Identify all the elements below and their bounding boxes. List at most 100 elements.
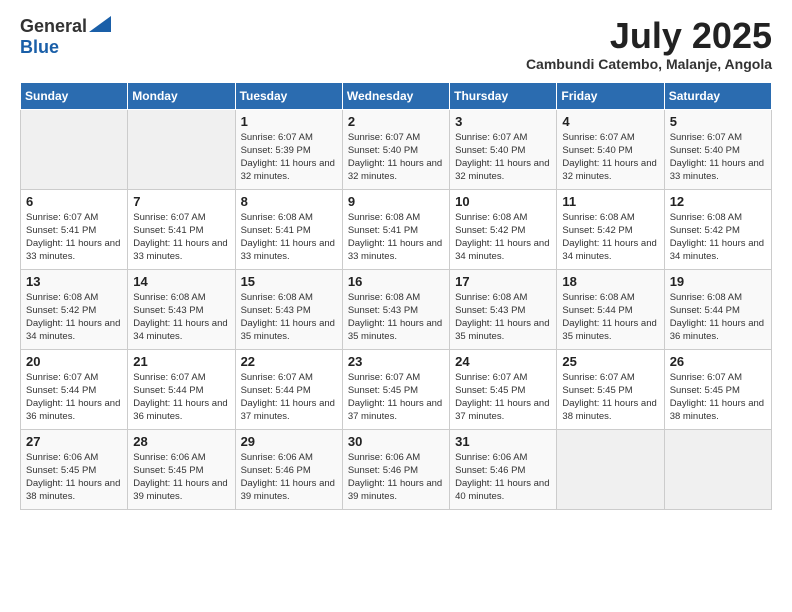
calendar-cell: 19Sunrise: 6:08 AM Sunset: 5:44 PM Dayli… [664,269,771,349]
day-number: 22 [241,354,337,369]
calendar-cell: 25Sunrise: 6:07 AM Sunset: 5:45 PM Dayli… [557,349,664,429]
day-number: 14 [133,274,229,289]
day-number: 29 [241,434,337,449]
logo: General Blue [20,16,111,58]
day-info: Sunrise: 6:06 AM Sunset: 5:46 PM Dayligh… [348,451,444,504]
location-title: Cambundi Catembo, Malanje, Angola [526,56,772,72]
calendar-cell: 7 Sunrise: 6:07 AM Sunset: 5:41 PM Daylig… [128,189,235,269]
day-info: Sunrise: 6:08 AM Sunset: 5:42 PM Dayligh… [670,211,766,264]
day-number: 7 [133,194,229,209]
calendar-cell: 30 Sunrise: 6:06 AM Sunset: 5:46 PM Dayli… [342,429,449,509]
day-number: 31 [455,434,551,449]
day-info: Sunrise: 6:07 AM Sunset: 5:44 PM Dayligh… [241,371,337,424]
calendar-cell: 24 Sunrise: 6:07 AM Sunset: 5:45 PM Dayli… [450,349,557,429]
day-info: Sunrise: 6:07 AM Sunset: 5:44 PM Dayligh… [133,371,229,424]
calendar-header-row: SundayMondayTuesdayWednesdayThursdayFrid… [21,82,772,109]
calendar-cell: 23Sunrise: 6:07 AM Sunset: 5:45 PM Dayli… [342,349,449,429]
calendar-cell [21,109,128,189]
day-number: 21 [133,354,229,369]
logo-general-text: General [20,16,87,37]
day-number: 12 [670,194,766,209]
logo-icon [89,16,111,32]
day-number: 4 [562,114,658,129]
day-info: Sunrise: 6:08 AM Sunset: 5:42 PM Dayligh… [562,211,658,264]
day-info: Sunrise: 6:06 AM Sunset: 5:46 PM Dayligh… [241,451,337,504]
day-number: 20 [26,354,122,369]
calendar-cell: 1Sunrise: 6:07 AM Sunset: 5:39 PM Daylig… [235,109,342,189]
day-number: 13 [26,274,122,289]
day-info: Sunrise: 6:08 AM Sunset: 5:43 PM Dayligh… [241,291,337,344]
day-number: 11 [562,194,658,209]
calendar-week-row: 20 Sunrise: 6:07 AM Sunset: 5:44 PM Dayli… [21,349,772,429]
calendar-day-header: Wednesday [342,82,449,109]
calendar-cell: 2Sunrise: 6:07 AM Sunset: 5:40 PM Daylig… [342,109,449,189]
calendar-cell: 6Sunrise: 6:07 AM Sunset: 5:41 PM Daylig… [21,189,128,269]
day-info: Sunrise: 6:08 AM Sunset: 5:43 PM Dayligh… [133,291,229,344]
calendar-cell: 12 Sunrise: 6:08 AM Sunset: 5:42 PM Dayli… [664,189,771,269]
calendar-day-header: Sunday [21,82,128,109]
day-info: Sunrise: 6:07 AM Sunset: 5:40 PM Dayligh… [348,131,444,184]
day-info: Sunrise: 6:07 AM Sunset: 5:41 PM Dayligh… [133,211,229,264]
day-info: Sunrise: 6:08 AM Sunset: 5:42 PM Dayligh… [26,291,122,344]
calendar-cell: 10 Sunrise: 6:08 AM Sunset: 5:42 PM Dayli… [450,189,557,269]
calendar-cell: 27 Sunrise: 6:06 AM Sunset: 5:45 PM Dayli… [21,429,128,509]
calendar-cell [557,429,664,509]
calendar-cell: 14 Sunrise: 6:08 AM Sunset: 5:43 PM Dayli… [128,269,235,349]
day-info: Sunrise: 6:07 AM Sunset: 5:45 PM Dayligh… [670,371,766,424]
day-number: 17 [455,274,551,289]
calendar-cell: 18 Sunrise: 6:08 AM Sunset: 5:44 PM Dayli… [557,269,664,349]
day-info: Sunrise: 6:08 AM Sunset: 5:44 PM Dayligh… [562,291,658,344]
calendar-cell: 20 Sunrise: 6:07 AM Sunset: 5:44 PM Dayli… [21,349,128,429]
day-info: Sunrise: 6:07 AM Sunset: 5:44 PM Dayligh… [26,371,122,424]
calendar-cell: 22 Sunrise: 6:07 AM Sunset: 5:44 PM Dayli… [235,349,342,429]
day-info: Sunrise: 6:08 AM Sunset: 5:44 PM Dayligh… [670,291,766,344]
calendar-day-header: Tuesday [235,82,342,109]
day-info: Sunrise: 6:06 AM Sunset: 5:46 PM Dayligh… [455,451,551,504]
day-info: Sunrise: 6:08 AM Sunset: 5:43 PM Dayligh… [455,291,551,344]
calendar-cell: 16 Sunrise: 6:08 AM Sunset: 5:43 PM Dayli… [342,269,449,349]
day-number: 28 [133,434,229,449]
calendar-week-row: 6Sunrise: 6:07 AM Sunset: 5:41 PM Daylig… [21,189,772,269]
calendar-cell: 9Sunrise: 6:08 AM Sunset: 5:41 PM Daylig… [342,189,449,269]
calendar-cell: 13 Sunrise: 6:08 AM Sunset: 5:42 PM Dayli… [21,269,128,349]
calendar-cell: 3Sunrise: 6:07 AM Sunset: 5:40 PM Daylig… [450,109,557,189]
day-info: Sunrise: 6:08 AM Sunset: 5:41 PM Dayligh… [241,211,337,264]
day-number: 10 [455,194,551,209]
calendar-cell: 8Sunrise: 6:08 AM Sunset: 5:41 PM Daylig… [235,189,342,269]
month-title: July 2025 [526,16,772,56]
day-info: Sunrise: 6:08 AM Sunset: 5:43 PM Dayligh… [348,291,444,344]
page-header: General Blue July 2025 Cambundi Catembo,… [20,16,772,72]
day-info: Sunrise: 6:06 AM Sunset: 5:45 PM Dayligh… [133,451,229,504]
day-number: 26 [670,354,766,369]
calendar-cell: 26 Sunrise: 6:07 AM Sunset: 5:45 PM Dayli… [664,349,771,429]
day-number: 3 [455,114,551,129]
calendar-cell: 4Sunrise: 6:07 AM Sunset: 5:40 PM Daylig… [557,109,664,189]
day-number: 24 [455,354,551,369]
calendar-cell: 21 Sunrise: 6:07 AM Sunset: 5:44 PM Dayli… [128,349,235,429]
calendar-cell [128,109,235,189]
day-info: Sunrise: 6:07 AM Sunset: 5:45 PM Dayligh… [348,371,444,424]
day-info: Sunrise: 6:07 AM Sunset: 5:40 PM Dayligh… [670,131,766,184]
day-number: 5 [670,114,766,129]
calendar-week-row: 1Sunrise: 6:07 AM Sunset: 5:39 PM Daylig… [21,109,772,189]
day-number: 16 [348,274,444,289]
day-number: 27 [26,434,122,449]
calendar-table: SundayMondayTuesdayWednesdayThursdayFrid… [20,82,772,510]
calendar-cell: 28 Sunrise: 6:06 AM Sunset: 5:45 PM Dayli… [128,429,235,509]
day-info: Sunrise: 6:06 AM Sunset: 5:45 PM Dayligh… [26,451,122,504]
day-number: 30 [348,434,444,449]
day-info: Sunrise: 6:07 AM Sunset: 5:45 PM Dayligh… [455,371,551,424]
day-info: Sunrise: 6:08 AM Sunset: 5:41 PM Dayligh… [348,211,444,264]
day-number: 18 [562,274,658,289]
day-info: Sunrise: 6:07 AM Sunset: 5:39 PM Dayligh… [241,131,337,184]
calendar-week-row: 13 Sunrise: 6:08 AM Sunset: 5:42 PM Dayli… [21,269,772,349]
day-number: 25 [562,354,658,369]
calendar-cell: 17 Sunrise: 6:08 AM Sunset: 5:43 PM Dayli… [450,269,557,349]
calendar-day-header: Monday [128,82,235,109]
logo-blue-text: Blue [20,37,59,58]
day-info: Sunrise: 6:08 AM Sunset: 5:42 PM Dayligh… [455,211,551,264]
calendar-week-row: 27 Sunrise: 6:06 AM Sunset: 5:45 PM Dayli… [21,429,772,509]
calendar-cell: 15Sunrise: 6:08 AM Sunset: 5:43 PM Dayli… [235,269,342,349]
day-info: Sunrise: 6:07 AM Sunset: 5:41 PM Dayligh… [26,211,122,264]
title-block: July 2025 Cambundi Catembo, Malanje, Ang… [526,16,772,72]
